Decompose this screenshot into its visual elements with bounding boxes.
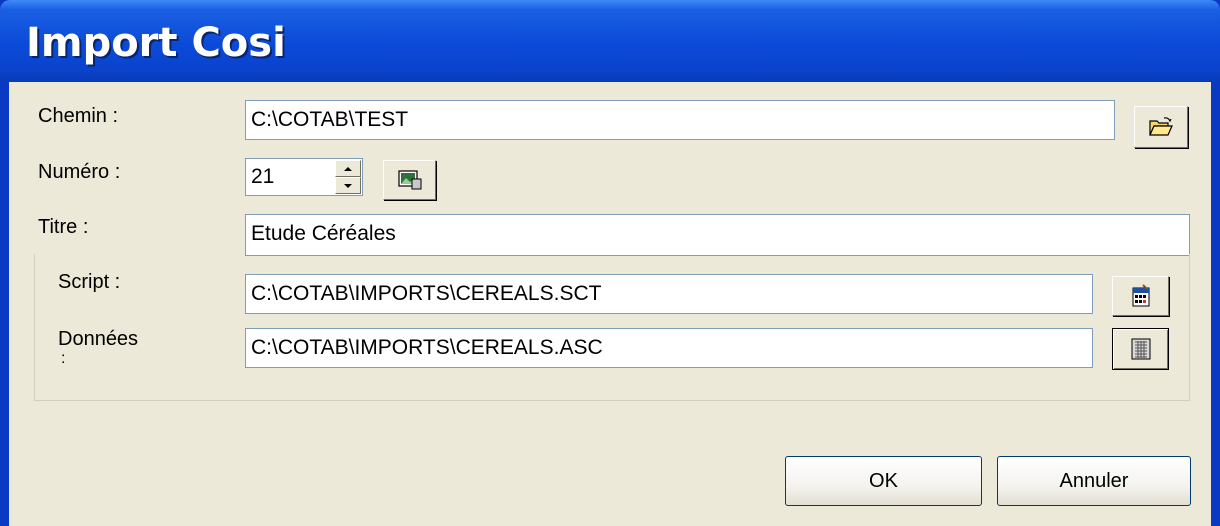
- donnees-input[interactable]: C:\COTAB\IMPORTS\CEREALS.ASC: [245, 328, 1093, 368]
- numero-action-button[interactable]: [383, 160, 436, 200]
- chemin-label: Chemin :: [38, 105, 119, 127]
- window-title: Import Cosi: [26, 20, 286, 66]
- dialog-body: Chemin : C:\COTAB\TEST Numéro : 21 Titre…: [9, 82, 1211, 526]
- spin-up-button[interactable]: [335, 160, 361, 177]
- image-icon: [397, 170, 421, 190]
- numero-label: Numéro :: [38, 161, 121, 183]
- numero-spinner[interactable]: [335, 160, 361, 194]
- donnees-label: Données: [58, 328, 139, 350]
- cancel-button[interactable]: Annuler: [997, 456, 1191, 506]
- import-cosi-dialog: Import Cosi Chemin : C:\COTAB\TEST Numér…: [0, 0, 1220, 526]
- script-input[interactable]: C:\COTAB\IMPORTS\CEREALS.SCT: [245, 274, 1093, 314]
- title-bar[interactable]: Import Cosi: [0, 0, 1220, 82]
- titre-label: Titre :: [38, 216, 89, 238]
- data-grid-icon: [1131, 338, 1150, 360]
- cancel-button-label: Annuler: [1059, 469, 1129, 492]
- arrow-down-icon: [344, 183, 352, 188]
- titre-input[interactable]: Etude Céréales: [245, 214, 1190, 256]
- script-browse-button[interactable]: [1112, 276, 1169, 316]
- arrow-up-icon: [344, 166, 352, 171]
- donnees-label-colon: :: [61, 350, 66, 367]
- chemin-input[interactable]: C:\COTAB\TEST: [245, 100, 1115, 140]
- browse-folder-button[interactable]: [1134, 106, 1188, 148]
- open-folder-icon: [1149, 117, 1173, 136]
- ok-button-label: OK: [869, 469, 898, 492]
- spin-down-button[interactable]: [335, 177, 361, 194]
- data-browse-button[interactable]: [1112, 328, 1169, 370]
- script-label: Script :: [58, 271, 121, 293]
- ok-button[interactable]: OK: [785, 456, 982, 506]
- script-file-icon: [1132, 284, 1149, 307]
